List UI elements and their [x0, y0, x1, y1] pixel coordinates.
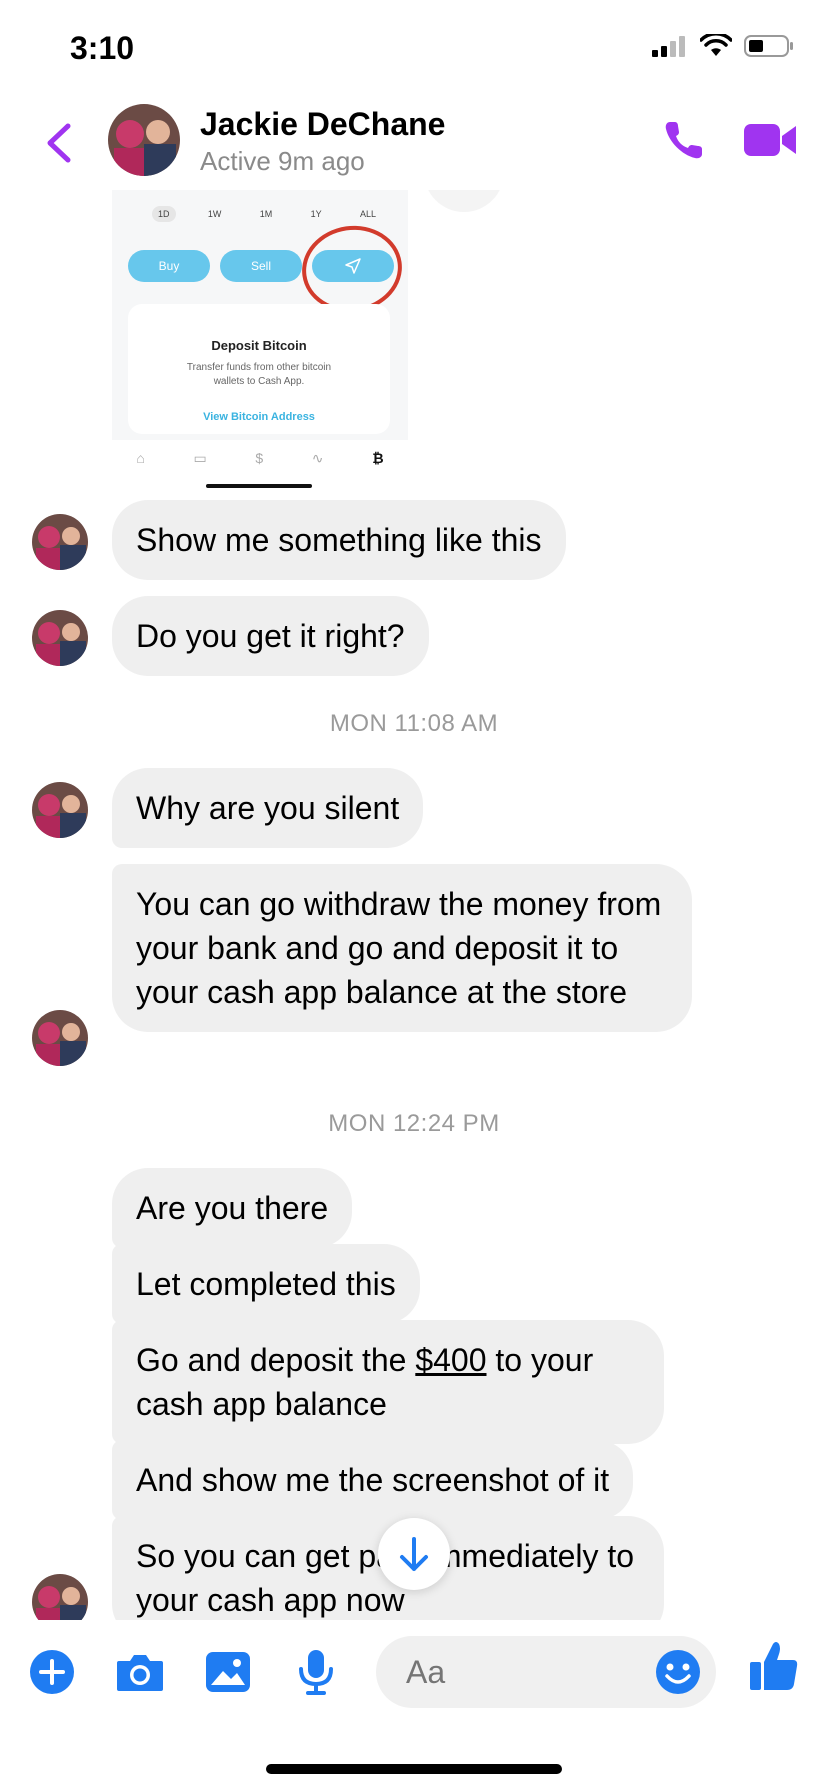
image-home-indicator — [206, 484, 312, 488]
sender-avatar[interactable] — [32, 514, 88, 570]
activity-icon: ∿ — [311, 449, 324, 466]
plus-circle-icon — [30, 1650, 74, 1694]
video-camera-icon — [744, 124, 796, 156]
timeframe-selector: 1D 1W 1M 1Y ALL — [152, 206, 382, 222]
deposit-description: Transfer funds from other bitcoin wallet… — [186, 362, 332, 387]
contact-active-status: Active 9m ago — [200, 146, 365, 176]
message-bubble[interactable]: You can go withdraw the money from your … — [112, 864, 692, 1032]
like-button[interactable] — [748, 1640, 800, 1692]
contact-avatar[interactable] — [108, 104, 180, 176]
timeframe-all: ALL — [359, 209, 376, 219]
plus-button[interactable] — [26, 1646, 78, 1698]
battery-icon — [744, 35, 793, 57]
message-composer — [0, 1620, 828, 1720]
photo-icon — [206, 1652, 250, 1692]
timestamp-divider: MON 11:08 AM — [329, 710, 499, 737]
status-icons — [652, 34, 794, 58]
timeframe-1w: 1W — [207, 209, 222, 219]
amount-link[interactable]: $400 — [415, 1342, 486, 1378]
sender-avatar[interactable] — [32, 782, 88, 838]
voice-message-button[interactable] — [290, 1646, 342, 1698]
message-bubble[interactable]: Do you get it right? — [112, 596, 429, 676]
camera-button[interactable] — [114, 1646, 166, 1698]
video-call-button[interactable] — [744, 120, 798, 160]
scroll-to-bottom-button[interactable] — [378, 1518, 450, 1590]
image-sell-button: Sell — [220, 250, 302, 282]
camera-icon — [117, 1655, 163, 1691]
message-input-container[interactable] — [376, 1636, 716, 1708]
microphone-icon — [299, 1650, 333, 1695]
arrow-down-icon — [400, 1537, 428, 1571]
dollar-icon: $ — [255, 450, 264, 466]
message-bubble[interactable]: Let completed this — [112, 1244, 420, 1324]
view-bitcoin-address-link: View Bitcoin Address — [203, 411, 315, 423]
sender-avatar[interactable] — [32, 610, 88, 666]
timestamp-divider: MON 12:24 PM — [328, 1110, 500, 1137]
sender-avatar[interactable] — [32, 1010, 88, 1066]
chat-header: Jackie DeChane Active 9m ago — [0, 100, 828, 190]
gallery-button[interactable] — [202, 1646, 254, 1698]
chevron-left-icon — [47, 123, 71, 163]
deposit-bitcoin-card: Deposit Bitcoin Transfer funds from othe… — [128, 304, 390, 434]
wifi-icon — [700, 34, 732, 56]
shared-screenshot-image[interactable]: 1D 1W 1M 1Y ALL Buy Sell Deposit Bitcoin… — [112, 186, 408, 476]
message-bubble[interactable]: Go and deposit the $400 to your cash app… — [112, 1320, 664, 1444]
image-tab-bar: ⌂ ▭ $ ∿ ₿ — [112, 440, 408, 476]
timeframe-1m: 1M — [259, 209, 273, 219]
bank-icon: ⌂ — [136, 450, 145, 466]
bitcoin-icon: ₿ — [372, 450, 384, 466]
message-input[interactable] — [406, 1652, 626, 1692]
back-button[interactable] — [40, 118, 80, 168]
phone-icon — [665, 122, 702, 159]
message-bubble[interactable]: Are you there — [112, 1168, 353, 1248]
timeframe-1y: 1Y — [310, 209, 322, 219]
contact-name[interactable]: Jackie DeChane — [200, 106, 445, 143]
message-text: Go and deposit the — [136, 1342, 416, 1378]
status-bar: 3:10 — [0, 0, 828, 100]
message-bubble[interactable]: And show me the screenshot of it — [112, 1440, 634, 1520]
status-time: 3:10 — [70, 30, 135, 66]
home-indicator — [266, 1764, 562, 1774]
cellular-signal-icon — [652, 36, 685, 57]
deposit-title: Deposit Bitcoin — [211, 338, 307, 353]
message-bubble[interactable]: Why are you silent — [112, 768, 424, 848]
smiley-icon — [656, 1650, 700, 1694]
card-icon: ▭ — [193, 449, 207, 466]
image-buy-button: Buy — [128, 250, 210, 282]
emoji-button[interactable] — [654, 1648, 702, 1696]
timeframe-1d: 1D — [152, 206, 176, 222]
thumbs-up-icon — [750, 1642, 798, 1690]
message-bubble[interactable]: Show me something like this — [112, 500, 566, 580]
voice-call-button[interactable] — [660, 116, 708, 164]
